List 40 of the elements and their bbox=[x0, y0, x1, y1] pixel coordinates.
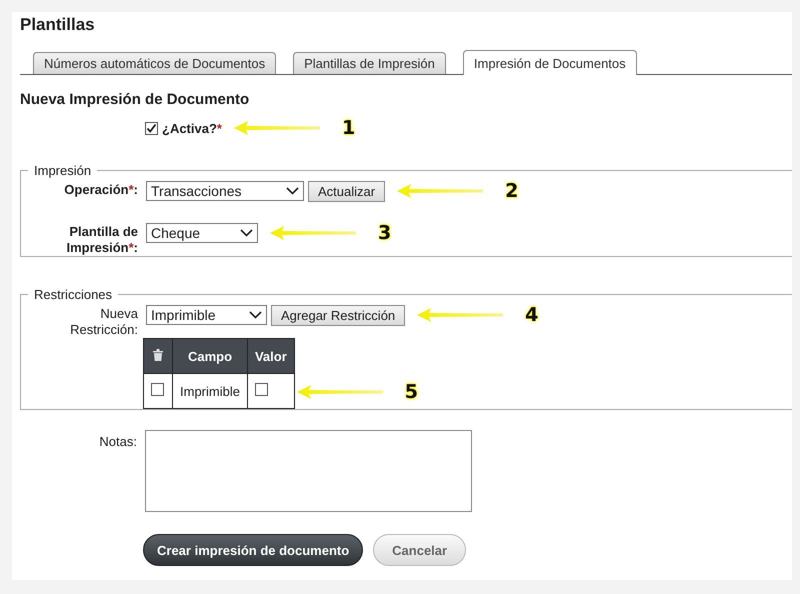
arrow-icon bbox=[270, 225, 356, 241]
tab[interactable]: Plantillas de Impresión bbox=[293, 52, 446, 74]
table-header: Campo bbox=[172, 338, 248, 374]
tab[interactable]: Impresión de Documentos bbox=[462, 50, 637, 75]
dropdown[interactable]: Cheque bbox=[146, 223, 258, 243]
checkbox[interactable] bbox=[254, 383, 268, 396]
callout-number: 5 bbox=[404, 381, 418, 403]
create-button[interactable]: Crear impresión de documento bbox=[143, 534, 364, 566]
tab[interactable]: Números automáticos de Documentos bbox=[33, 52, 276, 74]
dropdown[interactable]: Transacciones bbox=[146, 181, 304, 201]
cancel-button[interactable]: Cancelar bbox=[373, 534, 466, 566]
section-legend: Restricciones bbox=[28, 287, 118, 302]
form-title: Nueva Impresión de Documento bbox=[20, 91, 250, 108]
notes-field[interactable] bbox=[145, 430, 472, 512]
field-label: Notas: bbox=[98, 433, 137, 450]
trash-icon[interactable] bbox=[153, 348, 163, 360]
table-header: Valor bbox=[247, 338, 294, 374]
checkbox-label: ¿Activa?* bbox=[162, 120, 222, 136]
callout-number: 4 bbox=[525, 304, 538, 326]
arrow-icon bbox=[397, 183, 484, 199]
add-restriction-button[interactable]: Agregar Restricción bbox=[271, 304, 406, 326]
field-label: Operación*: bbox=[63, 181, 138, 198]
table-cell: Imprimible bbox=[172, 374, 248, 408]
dropdown[interactable]: Imprimible bbox=[146, 305, 267, 325]
checkbox[interactable] bbox=[151, 383, 164, 396]
update-button[interactable]: Actualizar bbox=[308, 180, 386, 202]
arrow-icon bbox=[234, 120, 320, 136]
arrow-icon bbox=[417, 307, 504, 323]
callout-number: 2 bbox=[505, 180, 518, 202]
callout-number: 3 bbox=[378, 222, 392, 244]
field-label: Plantilla de Impresión*: bbox=[65, 223, 138, 256]
field-label: Nueva Restricción: bbox=[69, 305, 138, 338]
section-legend: Impresión bbox=[28, 163, 98, 178]
chevron-icon bbox=[240, 229, 253, 237]
arrow-icon bbox=[296, 384, 383, 400]
checkbox[interactable] bbox=[145, 122, 158, 134]
callout-number: 1 bbox=[342, 117, 356, 139]
page-title: Plantillas bbox=[20, 14, 96, 35]
chevron-icon bbox=[286, 187, 299, 195]
chevron-icon bbox=[249, 311, 262, 319]
